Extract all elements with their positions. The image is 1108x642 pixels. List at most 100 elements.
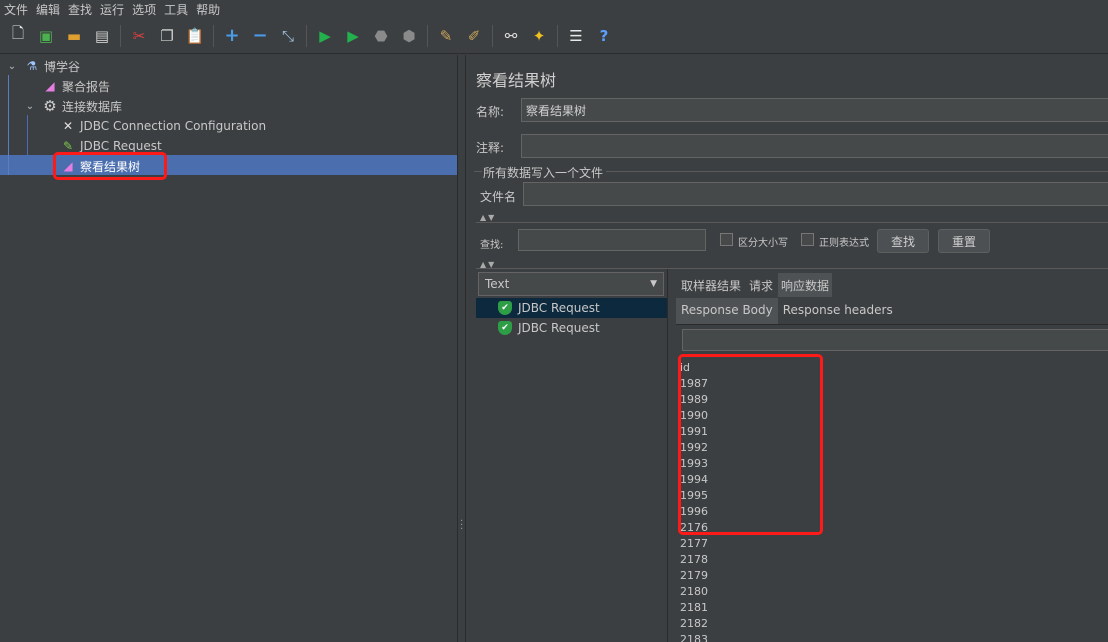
regex-checkbox[interactable] (801, 233, 814, 246)
collapse-icon[interactable]: − (248, 24, 272, 48)
result-tabs: 取样器结果 请求 响应数据 (678, 273, 834, 297)
highlight-box (678, 354, 823, 535)
sample-result-list: ✔ JDBC Request ✔ JDBC Request (476, 297, 667, 642)
test-plan-tree: ⌄ ⚗ 博学谷 ◢ 聚合报告 ⌄ ⚙ 连接数据库 ✕ JDBC Connecti… (0, 55, 457, 642)
response-line: 2177 (680, 537, 708, 550)
divider (476, 222, 1108, 223)
tree-item-thread-group[interactable]: ⌄ ⚙ 连接数据库 (22, 96, 122, 116)
check-shield-icon: ✔ (498, 321, 512, 335)
clear-all-icon[interactable]: ✐ (462, 24, 486, 48)
toolbar-separator (427, 24, 428, 47)
case-sensitive-label: 区分大小写 (738, 238, 788, 249)
shutdown-icon[interactable]: ⬢ (397, 24, 421, 48)
clear-icon[interactable]: ✎ (434, 24, 458, 48)
tree-guide-line (27, 115, 28, 175)
toolbar-separator (213, 24, 214, 47)
check-shield-icon: ✔ (498, 301, 512, 315)
toolbar-separator (120, 24, 121, 47)
response-search-input[interactable] (682, 329, 1108, 351)
results-tree-panel: 察看结果树 名称: 察看结果树 注释: 所有数据写入一个文件 文件名 ▲▼ 查找… (466, 55, 1108, 642)
tree-item-label: JDBC Connection Configuration (80, 119, 267, 133)
find-button[interactable]: 查找 (877, 229, 929, 253)
panel-splitter[interactable]: · · · (457, 55, 466, 642)
function-helper-icon[interactable]: ☰ (564, 24, 588, 48)
menu-run[interactable]: 运行 (100, 1, 124, 18)
comment-field[interactable] (521, 134, 1108, 158)
cut-icon[interactable]: ✂ (127, 24, 151, 48)
start-icon[interactable]: ▶ (313, 24, 337, 48)
menu-options[interactable]: 选项 (132, 1, 156, 18)
tab-response-body[interactable]: Response Body (676, 298, 778, 324)
renderer-value: Text (485, 277, 510, 291)
tree-item-label: 博学谷 (44, 59, 81, 74)
filename-field[interactable] (523, 182, 1108, 206)
toolbar: 🗋 ▣ ▬ ▤ ✂ ❐ 📋 + − ⤡ ▶ ▶ ⬣ ⬢ ✎ ✐ ⚯ ✦ ☰ ? (0, 18, 1108, 54)
search-label: 查找: (480, 240, 504, 251)
expand-icon[interactable]: + (220, 24, 244, 48)
copy-icon[interactable]: ❐ (155, 24, 179, 48)
response-line: 2178 (680, 553, 708, 566)
collapse-arrows[interactable]: ▲▼ (480, 213, 496, 222)
menu-tools[interactable]: 工具 (164, 1, 188, 18)
menu-help[interactable]: 帮助 (196, 1, 220, 18)
splitter-grip[interactable]: · · · (460, 517, 463, 535)
list-item[interactable]: ✔ JDBC Request (476, 318, 667, 338)
divider (476, 268, 1108, 269)
start-no-pause-icon[interactable]: ▶ (341, 24, 365, 48)
flask-icon: ⚗ (26, 59, 38, 73)
toggle-icon[interactable]: ⤡ (276, 24, 300, 48)
save-icon[interactable]: ▤ (90, 24, 114, 48)
highlight-box (53, 152, 167, 180)
list-item[interactable]: ✔ JDBC Request (476, 298, 667, 318)
tab-request[interactable]: 请求 (746, 273, 776, 297)
search-input[interactable] (518, 229, 706, 251)
wrench-icon: ✕ (62, 119, 74, 133)
templates-icon[interactable]: ▣ (34, 24, 58, 48)
reset-button[interactable]: 重置 (938, 229, 990, 253)
response-line: 2181 (680, 601, 708, 614)
help-icon[interactable]: ? (592, 24, 616, 48)
inner-splitter[interactable] (667, 269, 674, 642)
response-subtabs: Response Body Response headers (676, 298, 1108, 325)
renderer-select[interactable]: Text ▼ (478, 272, 664, 296)
page-title: 察看结果树 (476, 71, 557, 90)
menu-edit[interactable]: 编辑 (36, 1, 60, 18)
tree-guide-line (8, 75, 9, 175)
name-label: 名称: (476, 105, 505, 119)
stop-icon[interactable]: ⬣ (369, 24, 393, 48)
tree-item-label: 聚合报告 (62, 79, 111, 94)
chevron-down-icon: ▼ (650, 279, 657, 289)
graph-icon: ◢ (45, 79, 55, 93)
name-field[interactable]: 察看结果树 (521, 98, 1108, 122)
tree-item-label: JDBC Request (80, 139, 162, 153)
filename-label: 文件名 (480, 190, 517, 204)
group-title: 所有数据写入一个文件 (483, 166, 604, 180)
tree-item-aggregate-report[interactable]: ◢ 聚合报告 (42, 76, 110, 96)
regex-label: 正则表达式 (819, 238, 869, 249)
tab-response-data[interactable]: 响应数据 (778, 273, 833, 297)
chevron-down-icon[interactable]: ⌄ (22, 98, 38, 114)
new-file-icon[interactable]: 🗋 (6, 24, 30, 48)
toolbar-separator (306, 24, 307, 47)
tab-response-headers[interactable]: Response headers (778, 298, 898, 324)
response-line: 2182 (680, 617, 708, 630)
reset-search-icon[interactable]: ✦ (527, 24, 551, 48)
group-border (606, 171, 1108, 172)
response-line: 2183 (680, 633, 708, 642)
tree-item-jdbc-config[interactable]: ✕ JDBC Connection Configuration (60, 116, 266, 136)
gear-icon: ⚙ (43, 97, 57, 115)
toolbar-separator (557, 24, 558, 47)
tree-item-root[interactable]: ⌄ ⚗ 博学谷 (4, 56, 80, 76)
response-line: 2179 (680, 569, 708, 582)
open-icon[interactable]: ▬ (62, 24, 86, 48)
paste-icon[interactable]: 📋 (183, 24, 207, 48)
menu-search[interactable]: 查找 (68, 1, 92, 18)
tree-item-label: 连接数据库 (62, 99, 123, 114)
result-label: JDBC Request (518, 321, 600, 335)
search-icon[interactable]: ⚯ (499, 24, 523, 48)
case-sensitive-checkbox[interactable] (720, 233, 733, 246)
menu-file[interactable]: 文件 (4, 1, 28, 18)
toolbar-separator (492, 24, 493, 47)
tab-sampler-result[interactable]: 取样器结果 (678, 273, 744, 297)
chevron-down-icon[interactable]: ⌄ (4, 58, 20, 74)
